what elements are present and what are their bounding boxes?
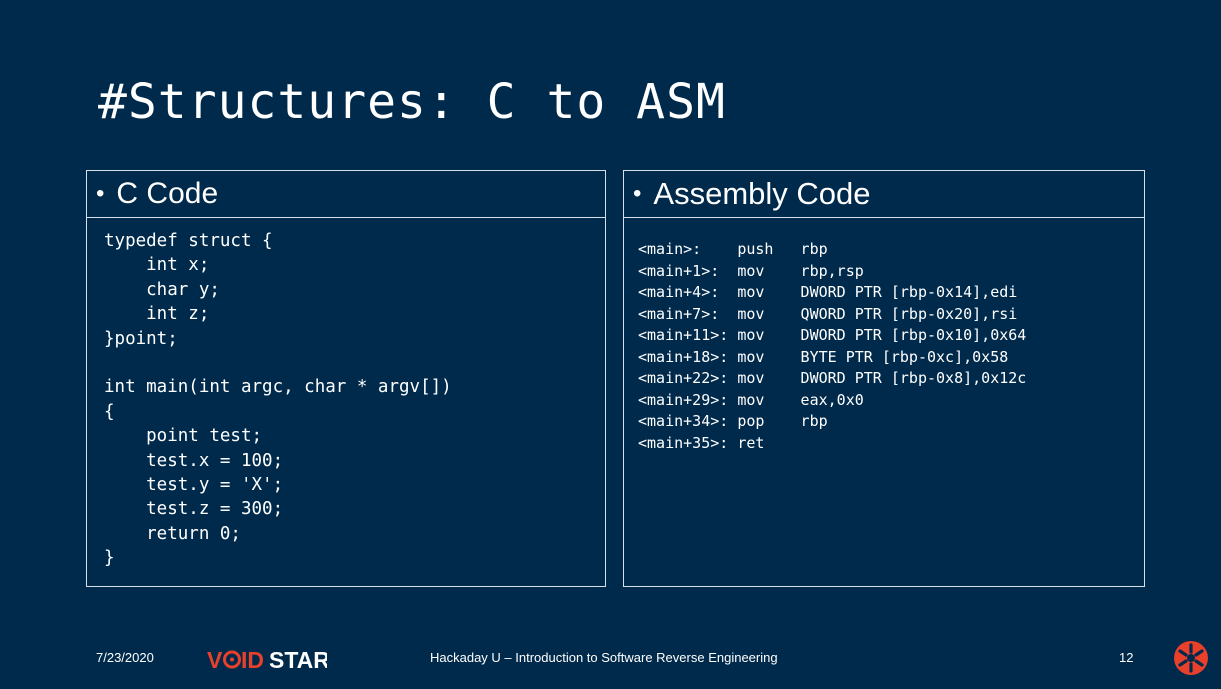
page-number: 12 (1119, 650, 1134, 665)
slide: #Structures: C to ASM • C Code typedef s… (0, 0, 1221, 689)
voidstar-star-icon (1174, 641, 1208, 675)
slide-footer: 7/23/2020 V ID STAR Hackaday U – Introdu… (0, 640, 1221, 680)
svg-text:STAR: STAR (269, 647, 327, 673)
assembly-code-header-label: Assembly Code (653, 176, 871, 211)
footer-caption: Hackaday U – Introduction to Software Re… (430, 650, 778, 665)
svg-text:ID: ID (241, 647, 264, 673)
c-code-panel: • C Code typedef struct { int x; char y;… (86, 170, 606, 587)
svg-text:V: V (207, 647, 223, 673)
slide-title: #Structures: C to ASM (98, 74, 726, 130)
voidstar-logo: V ID STAR (207, 647, 327, 673)
footer-date: 7/23/2020 (96, 650, 154, 665)
assembly-code-panel-header: • Assembly Code (624, 171, 1144, 218)
c-code-header-label: C Code (116, 177, 219, 210)
bullet: • (633, 180, 642, 207)
c-code-panel-header: • C Code (87, 171, 605, 218)
assembly-code-panel: • Assembly Code <main>: push rbp <main+1… (623, 170, 1145, 587)
bullet: • (96, 180, 105, 207)
c-code-block: typedef struct { int x; char y; int z; }… (104, 231, 452, 569)
assembly-code-block: <main>: push rbp <main+1>: mov rbp,rsp <… (638, 240, 1027, 452)
